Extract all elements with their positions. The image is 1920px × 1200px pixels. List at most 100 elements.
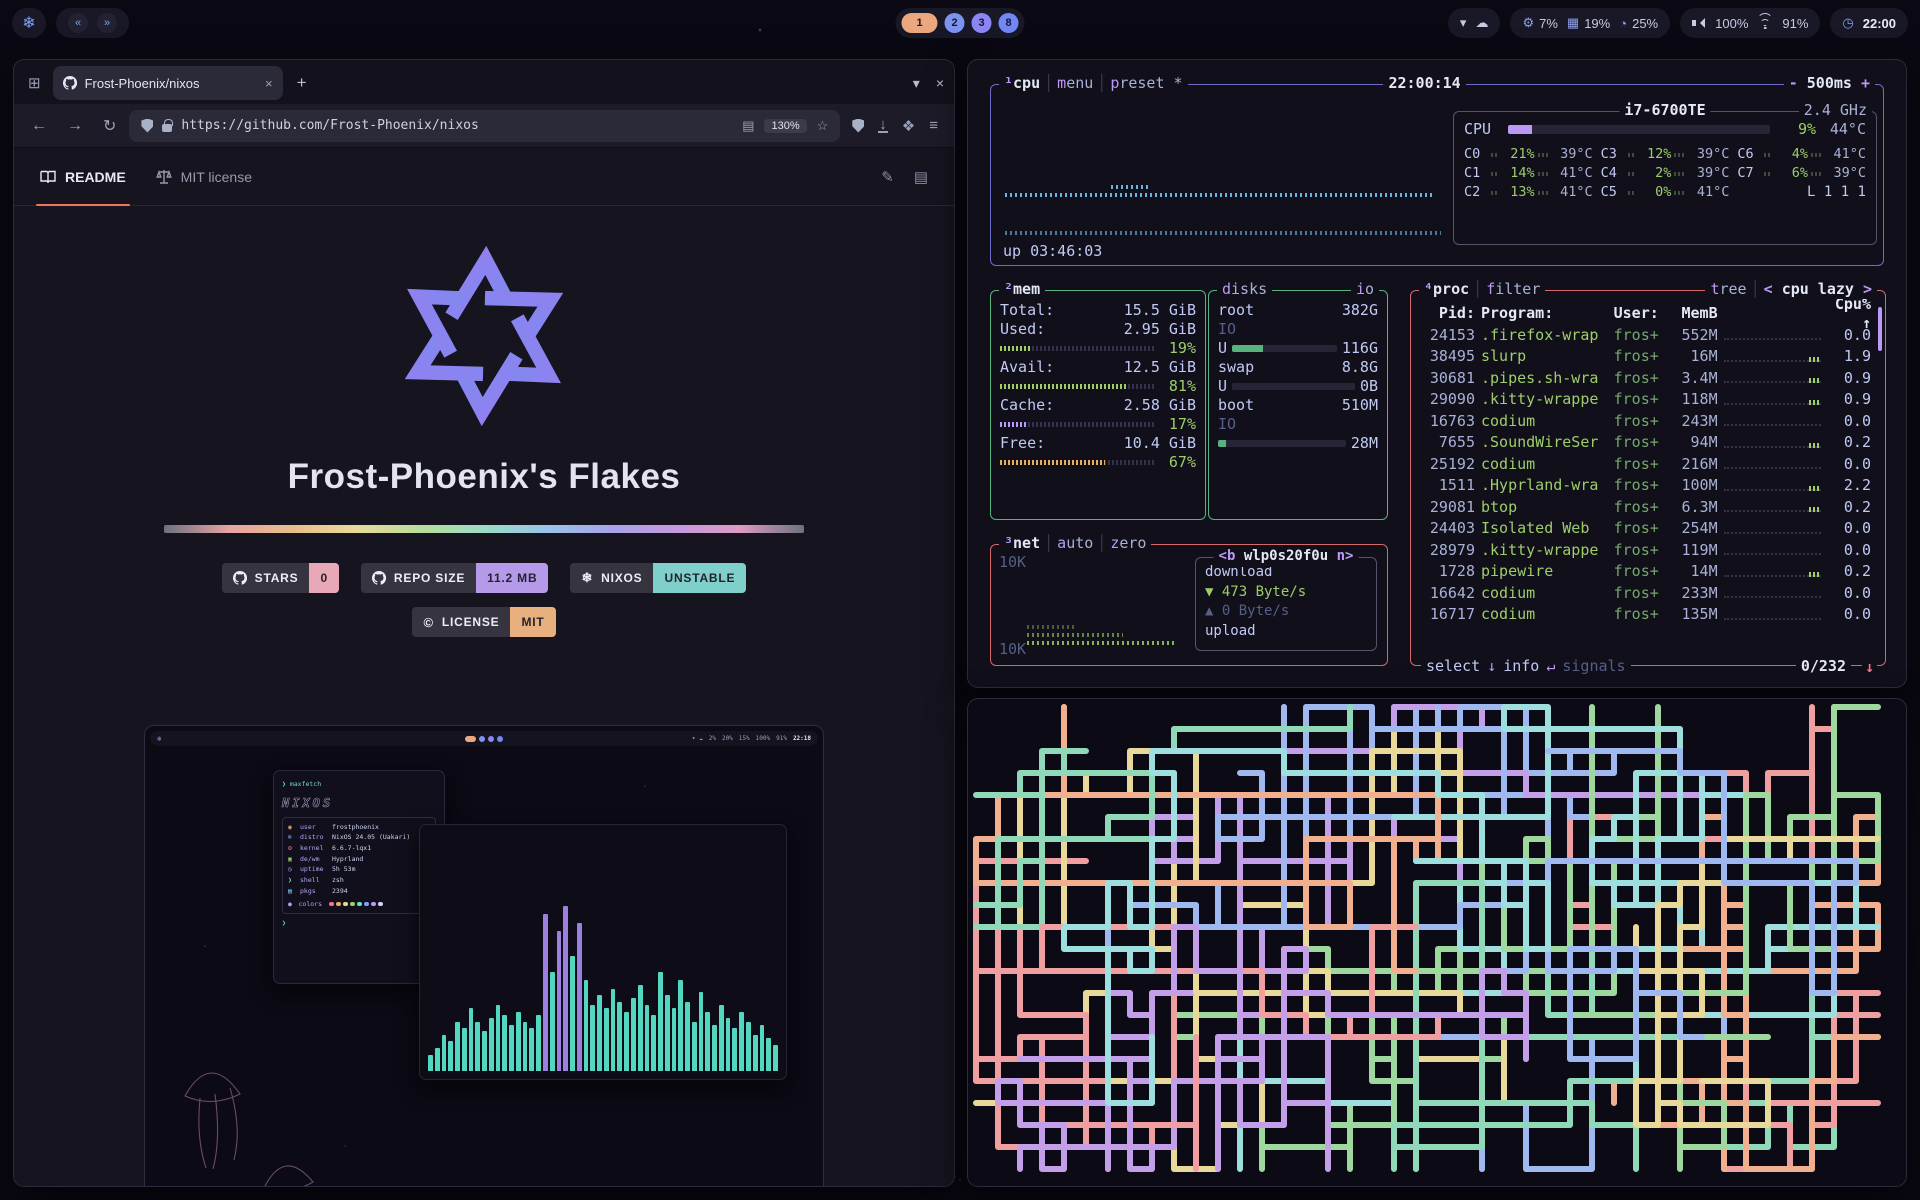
readme-content: Frost-Phoenix's Flakes STARS0REPO SIZE11… bbox=[144, 206, 824, 1186]
cpu-hotkey[interactable]: ¹ bbox=[1004, 74, 1013, 93]
process-row[interactable]: 16642codiumfros+233M0.0 bbox=[1419, 583, 1877, 605]
outline-list-icon[interactable]: ▤ bbox=[914, 168, 928, 186]
tab-mit-license[interactable]: MIT license bbox=[156, 149, 252, 205]
audio-network-widget: 100% 91% bbox=[1680, 8, 1820, 38]
wifi-level: 91% bbox=[1782, 16, 1808, 31]
net-scale-bottom: 10K bbox=[999, 640, 1026, 659]
media-prev-button[interactable]: « bbox=[68, 13, 88, 33]
badge-nixos[interactable]: ❄NIXOSUNSTABLE bbox=[570, 563, 746, 593]
forward-button[interactable]: → bbox=[60, 115, 90, 137]
select-hint[interactable]: select bbox=[1426, 657, 1480, 676]
process-row[interactable]: 16717codiumfros+135M0.0 bbox=[1419, 604, 1877, 626]
firefox-view-icon[interactable]: ⊞ bbox=[24, 74, 45, 92]
tab-list-chevron-icon[interactable]: ▾ bbox=[913, 75, 920, 92]
mini-workspace-3 bbox=[497, 736, 503, 742]
proc-scrollbar[interactable] bbox=[1878, 307, 1882, 351]
net-title: net bbox=[1013, 534, 1040, 553]
clock-widget[interactable]: ◷ 22:00 bbox=[1830, 8, 1908, 38]
media-controls: « » bbox=[56, 8, 129, 38]
tab-readme[interactable]: README bbox=[40, 149, 126, 205]
network-panel: ³net │auto │zero 10K 10K <b wlp0s20f0u n… bbox=[990, 544, 1388, 666]
menu-button[interactable]: menu bbox=[1057, 74, 1093, 93]
process-row[interactable]: 38495slurpfros+16M1.9 bbox=[1419, 346, 1877, 368]
iface-prev-button[interactable]: <b bbox=[1219, 547, 1236, 567]
readme-header: README MIT license ✎ ▤ bbox=[14, 149, 954, 206]
new-tab-button[interactable]: + bbox=[291, 73, 313, 93]
cpu-total-temp: 44°C bbox=[1824, 120, 1866, 139]
sort-prev-button[interactable]: < bbox=[1764, 280, 1773, 299]
proc-hotkey[interactable]: ⁴ bbox=[1424, 280, 1433, 299]
weather-widget[interactable]: ▾ ☁ bbox=[1448, 8, 1501, 38]
process-row[interactable]: 7655.SoundWireSerfros+94M0.2 bbox=[1419, 432, 1877, 454]
bookmark-star-icon[interactable]: ☆ bbox=[817, 118, 829, 134]
interval-minus-button[interactable]: - bbox=[1789, 74, 1798, 93]
process-header-row: Pid:Program:User:MemBCpu% ↑ bbox=[1419, 303, 1877, 325]
mini-visualizer-window bbox=[419, 824, 787, 1080]
interval-plus-button[interactable]: + bbox=[1861, 74, 1870, 93]
process-row[interactable]: 25192codiumfros+216M0.0 bbox=[1419, 454, 1877, 476]
workspace-button-1[interactable]: 1 bbox=[902, 13, 938, 33]
window-close-icon[interactable]: × bbox=[936, 75, 944, 92]
mem-meter: 67% bbox=[1000, 453, 1196, 472]
process-row[interactable]: 1728pipewirefros+14M0.2 bbox=[1419, 561, 1877, 583]
process-row[interactable]: 30681.pipes.sh-wrafros+3.4M0.9 bbox=[1419, 368, 1877, 390]
media-next-button[interactable]: » bbox=[97, 13, 117, 33]
privacy-shield-icon[interactable] bbox=[852, 119, 864, 133]
back-button[interactable]: ← bbox=[24, 115, 54, 137]
downloads-icon[interactable]: ↓ bbox=[878, 118, 888, 133]
wifi-icon bbox=[1757, 17, 1773, 29]
mini-shell-prompt: ❯ bbox=[282, 918, 436, 929]
signals-hint[interactable]: signals bbox=[1562, 657, 1625, 676]
disks-io-toggle[interactable]: io bbox=[1356, 280, 1374, 299]
disk-io-label: IO bbox=[1218, 320, 1378, 339]
tab-close-icon[interactable]: × bbox=[265, 76, 273, 91]
process-row[interactable]: 28979.kitty-wrappefros+119M0.0 bbox=[1419, 540, 1877, 562]
process-row[interactable]: 24403Isolated Webfros+254M0.0 bbox=[1419, 518, 1877, 540]
url-bar[interactable]: https://github.com/Frost-Phoenix/nixos ▤… bbox=[129, 110, 840, 142]
cpu-core-row: C76%39°C bbox=[1737, 164, 1866, 183]
edit-pencil-icon[interactable]: ✎ bbox=[881, 168, 894, 186]
reader-mode-icon[interactable]: ▤ bbox=[742, 118, 754, 134]
scroll-down-icon[interactable]: ↓ bbox=[1862, 658, 1877, 677]
cpu-core-row: C312%39°C bbox=[1601, 145, 1730, 164]
sort-next-button[interactable]: > bbox=[1863, 280, 1872, 299]
tab-readme-label: README bbox=[65, 169, 126, 185]
github-icon bbox=[372, 571, 386, 585]
proc-tree-toggle[interactable]: tree bbox=[1710, 280, 1746, 299]
net-auto-toggle[interactable]: auto bbox=[1057, 534, 1093, 553]
process-row[interactable]: 29090.kitty-wrappefros+118M0.9 bbox=[1419, 389, 1877, 411]
lock-icon[interactable] bbox=[162, 124, 172, 132]
browser-tab[interactable]: Frost-Phoenix/nixos × bbox=[53, 66, 283, 100]
process-row[interactable]: 16763codiumfros+243M0.0 bbox=[1419, 411, 1877, 433]
disk-row: root382G bbox=[1218, 301, 1378, 320]
iface-next-button[interactable]: n> bbox=[1337, 547, 1354, 567]
load-average: L 1 1 1 bbox=[1737, 183, 1866, 202]
menu-hamburger-icon[interactable]: ≡ bbox=[929, 117, 938, 134]
badge-repo-size[interactable]: REPO SIZE11.2 MB bbox=[361, 563, 549, 593]
mem-meter: 81% bbox=[1000, 377, 1196, 396]
proc-filter-button[interactable]: filter bbox=[1486, 280, 1540, 299]
info-hint[interactable]: info bbox=[1503, 657, 1539, 676]
info-key-icon: ↵ bbox=[1546, 657, 1555, 676]
process-row[interactable]: 29081btopfros+6.3M0.2 bbox=[1419, 497, 1877, 519]
reload-button[interactable]: ↻ bbox=[96, 114, 123, 138]
process-row[interactable]: 24153.firefox-wrapfros+552M0.0 bbox=[1419, 325, 1877, 347]
proc-title: proc bbox=[1433, 280, 1469, 299]
zoom-indicator[interactable]: 130% bbox=[764, 119, 806, 133]
workspace-button-2[interactable]: 2 bbox=[945, 13, 965, 33]
badge-stars[interactable]: STARS0 bbox=[222, 563, 339, 593]
workspace-button-3[interactable]: 3 bbox=[972, 13, 992, 33]
net-hotkey[interactable]: ³ bbox=[1004, 534, 1013, 553]
mini-fetch-row: ❄distroNixOS 24.05 (Uakari) bbox=[288, 832, 430, 843]
disks-title[interactable]: disks bbox=[1222, 280, 1267, 299]
net-zero-toggle[interactable]: zero bbox=[1110, 534, 1146, 553]
extensions-icon[interactable]: ❖ bbox=[902, 117, 915, 135]
workspace-button-8[interactable]: 8 bbox=[999, 13, 1019, 33]
mem-hotkey[interactable]: ² bbox=[1004, 280, 1013, 299]
process-row[interactable]: 1511.Hyprland-wrafros+100M2.2 bbox=[1419, 475, 1877, 497]
nixos-menu-button[interactable]: ❄ bbox=[12, 8, 46, 38]
url-text[interactable]: https://github.com/Frost-Phoenix/nixos bbox=[181, 118, 733, 133]
tracking-shield-icon[interactable] bbox=[141, 119, 153, 133]
badge-license[interactable]: ©LICENSEMIT bbox=[412, 607, 555, 637]
preset-button[interactable]: preset * bbox=[1110, 74, 1182, 93]
